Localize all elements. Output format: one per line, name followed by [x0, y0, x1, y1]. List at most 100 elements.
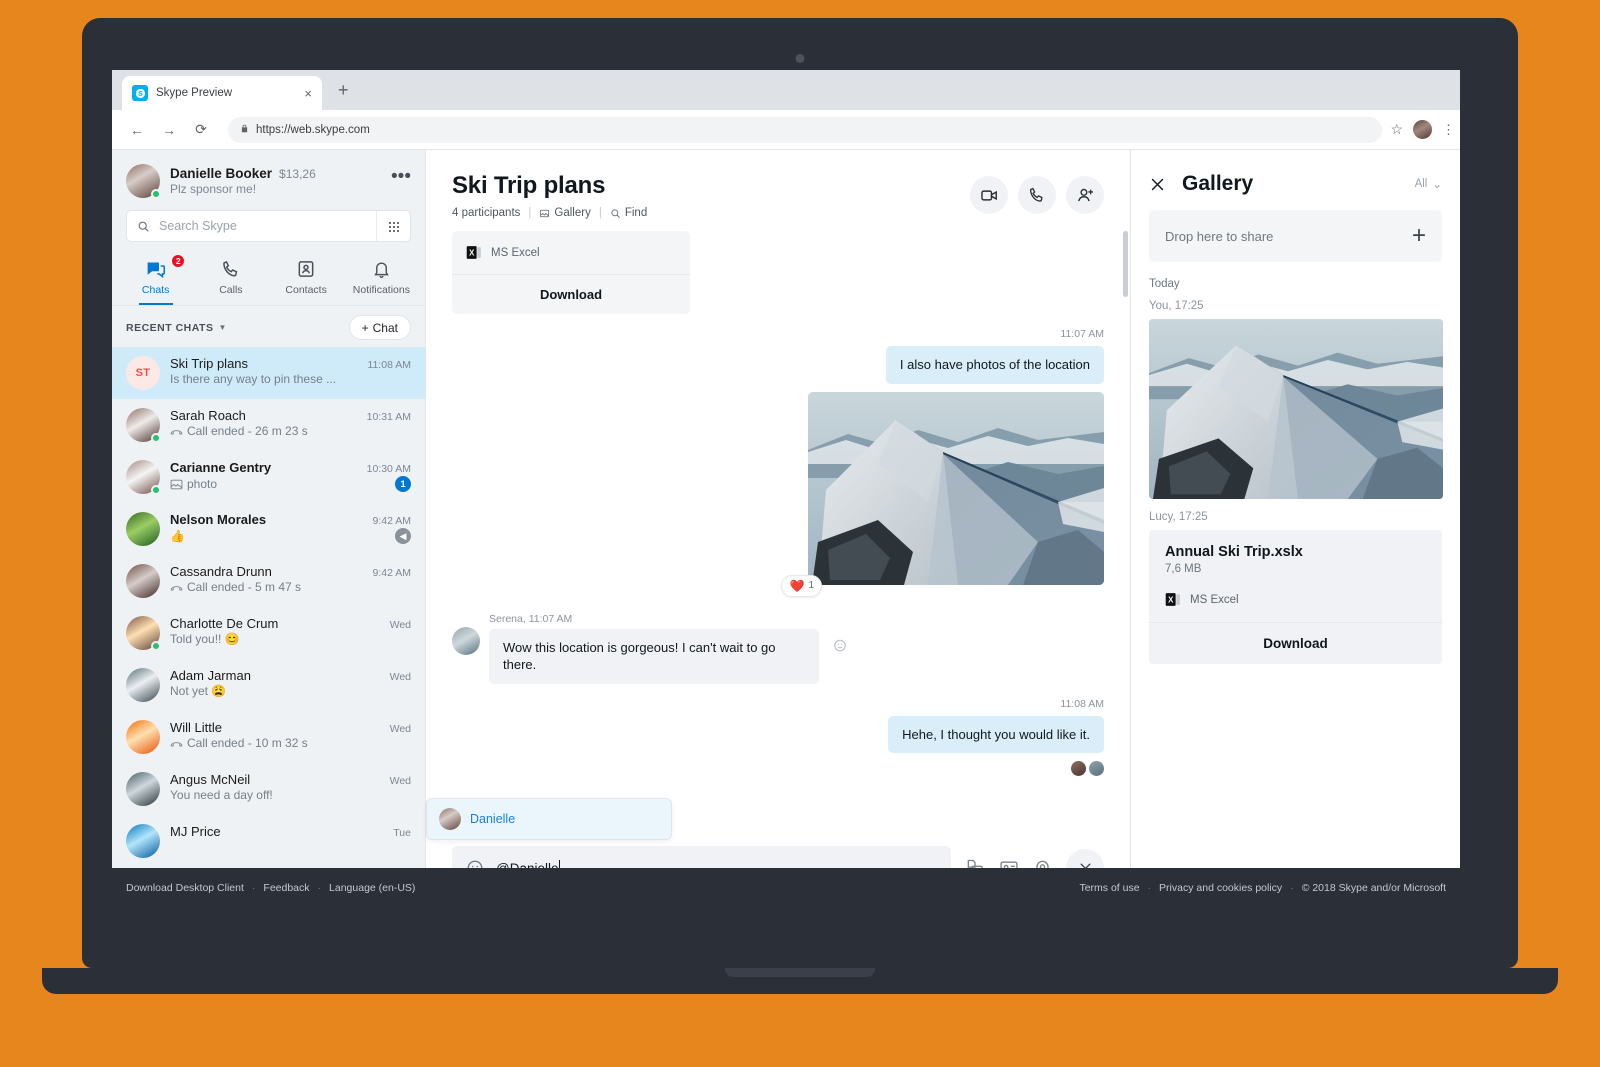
- gallery-item-meta: Lucy, 17:25: [1149, 511, 1208, 523]
- plus-icon[interactable]: +: [1412, 224, 1426, 248]
- message-bubble-outgoing: Hehe, I thought you would like it.: [888, 715, 1104, 754]
- sidebar-item-notifications[interactable]: Notifications: [344, 252, 419, 305]
- chat-time: Tue: [393, 827, 411, 839]
- chat-name: Ski Trip plans: [170, 356, 249, 371]
- chat-list-item-top: MJ Price Tue: [170, 824, 411, 839]
- chat-list-item-bottom: Call ended - 5 m 47 s: [170, 580, 411, 594]
- chat-list-item-body: Nelson Morales 9:42 AM 👍 ◀: [170, 512, 411, 544]
- recent-chats-label[interactable]: RECENT CHATS ▼: [126, 322, 227, 334]
- add-person-button[interactable]: [1066, 176, 1104, 214]
- download-button[interactable]: Download: [1149, 622, 1442, 664]
- voice-message-badge: ◀: [395, 528, 411, 544]
- laptop-notch: [725, 968, 875, 977]
- chat-list-item[interactable]: Adam Jarman Wed Not yet 😩: [112, 659, 425, 711]
- avatar[interactable]: [126, 164, 161, 199]
- avatar[interactable]: [126, 824, 160, 858]
- gallery-link[interactable]: Gallery: [539, 207, 591, 219]
- gallery-dropzone[interactable]: Drop here to share +: [1149, 210, 1442, 262]
- forward-icon[interactable]: →: [156, 117, 182, 143]
- sidebar-item-contacts[interactable]: Contacts: [269, 252, 344, 305]
- message-image[interactable]: [808, 391, 1104, 585]
- back-icon[interactable]: ←: [124, 117, 150, 143]
- chat-list-item-top: Adam Jarman Wed: [170, 668, 411, 683]
- chat-list-item[interactable]: Cassandra Drunn 9:42 AM Call ended - 5 m 4…: [112, 555, 425, 607]
- gallery-filter-dropdown[interactable]: All ⌄: [1415, 177, 1442, 191]
- browser-menu-icon[interactable]: ⋮: [1442, 123, 1455, 136]
- avatar: [439, 808, 461, 830]
- gallery-file-item[interactable]: Annual Ski Trip.xslx 7,6 MB X MS Excel D…: [1149, 530, 1442, 664]
- avatar[interactable]: [126, 512, 160, 546]
- avatar[interactable]: [126, 564, 160, 598]
- profile-more-icon[interactable]: •••: [391, 167, 411, 189]
- message-list[interactable]: X MS Excel Download 11:07 AM I also have…: [426, 231, 1130, 834]
- browser-tabstrip: Skype Preview × +: [112, 70, 1460, 110]
- profile-row[interactable]: Danielle Booker $13,26 Plz sponsor me! •…: [112, 150, 425, 206]
- separator: ·: [1290, 882, 1294, 894]
- video-call-button[interactable]: [970, 176, 1008, 214]
- plus-icon: +: [361, 320, 369, 335]
- chat-list-item[interactable]: Will Little Wed Call ended - 10 m 32 s: [112, 711, 425, 763]
- search-bar[interactable]: [126, 210, 411, 242]
- chat-list-item[interactable]: ST Ski Trip plans 11:08 AM Is there any way…: [112, 347, 425, 399]
- address-bar[interactable]: https://web.skype.com: [228, 116, 1383, 143]
- chat-list-item[interactable]: Angus McNeil Wed You need a day off!: [112, 763, 425, 815]
- chat-list-item-top: Will Little Wed: [170, 720, 411, 735]
- avatar[interactable]: [126, 668, 160, 702]
- lock-icon: [240, 123, 249, 137]
- bookmark-star-icon[interactable]: ☆: [1390, 121, 1403, 138]
- new-chat-button[interactable]: + Chat: [348, 315, 411, 340]
- chat-time: 11:08 AM: [367, 359, 411, 371]
- gallery-photo-item[interactable]: [1149, 319, 1443, 499]
- new-tab-button[interactable]: +: [338, 81, 349, 99]
- scrollbar[interactable]: [1123, 231, 1128, 297]
- gallery-panel: Gallery All ⌄ Drop here to share + Today…: [1130, 150, 1460, 908]
- separator: |: [598, 207, 602, 219]
- chat-preview: photo: [170, 477, 217, 491]
- audio-call-button[interactable]: [1018, 176, 1056, 214]
- chat-list[interactable]: ST Ski Trip plans 11:08 AM Is there any way…: [112, 347, 425, 908]
- sidebar-item-chats[interactable]: 2 Chats: [118, 252, 193, 305]
- download-desktop-client-link[interactable]: Download Desktop Client: [126, 882, 244, 894]
- language-link[interactable]: Language (en-US): [329, 882, 415, 894]
- recent-chats-header: RECENT CHATS ▼ + Chat: [112, 305, 425, 347]
- reload-icon[interactable]: ⟳: [188, 117, 214, 143]
- chats-icon: 2: [118, 254, 193, 280]
- avatar[interactable]: [126, 460, 161, 495]
- copyright-text: © 2018 Skype and/or Microsoft: [1301, 882, 1446, 894]
- excel-icon: X: [1165, 591, 1182, 608]
- download-button[interactable]: Download: [452, 274, 690, 314]
- privacy-policy-link[interactable]: Privacy and cookies policy: [1159, 882, 1282, 894]
- find-link[interactable]: Find: [610, 207, 647, 219]
- search-input[interactable]: [159, 219, 376, 233]
- avatar[interactable]: ST: [126, 356, 160, 390]
- message-reaction[interactable]: ❤️ 1: [781, 574, 822, 597]
- close-icon[interactable]: [1149, 176, 1166, 193]
- avatar[interactable]: [452, 626, 480, 655]
- chat-list-item[interactable]: Charlotte De Crum Wed Told you!! 😊: [112, 607, 425, 659]
- feedback-link[interactable]: Feedback: [263, 882, 309, 894]
- browser-tab[interactable]: Skype Preview ×: [122, 76, 322, 110]
- dialpad-icon[interactable]: [376, 211, 410, 241]
- terms-of-use-link[interactable]: Terms of use: [1079, 882, 1139, 894]
- chat-list-item-body: Will Little Wed Call ended - 10 m 32 s: [170, 720, 411, 750]
- mention-suggestion-popup[interactable]: Danielle: [426, 798, 672, 840]
- sidebar-item-calls[interactable]: Calls: [193, 252, 268, 305]
- add-reaction-icon[interactable]: [833, 639, 847, 658]
- sidebar-item-label: Chats: [141, 284, 170, 296]
- calls-icon: [193, 258, 268, 280]
- mountain-photo-graphic: [1149, 319, 1443, 499]
- chat-preview: Told you!! 😊: [170, 632, 240, 646]
- chat-list-item-bottom: You need a day off!: [170, 788, 411, 802]
- chat-list-item[interactable]: Sarah Roach 10:31 AM Call ended - 26 m 23 …: [112, 399, 425, 451]
- avatar[interactable]: [126, 616, 161, 651]
- chat-list-item[interactable]: Nelson Morales 9:42 AM 👍 ◀: [112, 503, 425, 555]
- gallery-title: Gallery: [1182, 172, 1254, 195]
- chat-list-item[interactable]: Carianne Gentry 10:30 AM photo 1: [112, 451, 425, 503]
- tab-close-icon[interactable]: ×: [304, 87, 312, 100]
- avatar[interactable]: [126, 720, 160, 754]
- chat-list-item[interactable]: MJ Price Tue: [112, 815, 425, 867]
- avatar[interactable]: [126, 772, 160, 806]
- avatar[interactable]: [126, 408, 161, 443]
- browser-profile-avatar[interactable]: [1413, 120, 1432, 139]
- message-file-card[interactable]: X MS Excel Download: [452, 231, 690, 314]
